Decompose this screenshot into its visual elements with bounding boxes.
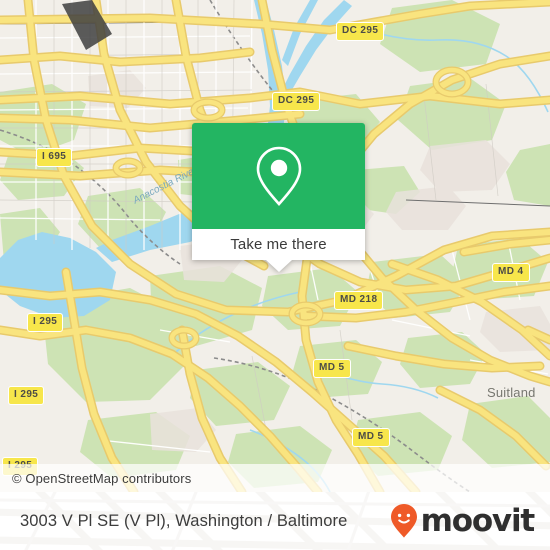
attribution-text: © OpenStreetMap contributors	[12, 470, 192, 486]
popup-icon-area	[192, 123, 365, 229]
place-label-suitland: Suitland	[487, 385, 536, 400]
footer-bar: 3003 V Pl SE (V Pl), Washington / Baltim…	[0, 492, 550, 550]
take-me-there-label: Take me there	[230, 236, 327, 253]
road-shield-md-218[interactable]: MD 218	[334, 291, 384, 310]
road-shield-md-5-lower[interactable]: MD 5	[352, 428, 390, 447]
road-shield-dc-295-west[interactable]: DC 295	[272, 92, 321, 111]
road-shield-dc-295-north[interactable]: DC 295	[336, 22, 385, 41]
road-shield-i-295-upper[interactable]: I 295	[27, 313, 64, 332]
map-pin-icon	[256, 146, 301, 206]
popup-pointer-tail	[265, 260, 292, 272]
road-shield-i-295-middle[interactable]: I 295	[8, 386, 45, 405]
location-title-text: 3003 V Pl SE (V Pl), Washington / Baltim…	[20, 511, 348, 530]
moovit-pin-smiley-icon	[390, 504, 417, 538]
moovit-logo[interactable]: moovit	[390, 492, 536, 550]
moovit-wordmark: moovit	[420, 502, 536, 539]
location-popup-card[interactable]: Take me there	[192, 123, 365, 272]
road-shield-md-4[interactable]: MD 4	[492, 263, 530, 282]
moovit-location-card: Anacostia River Suitland DC 295 DC 295 I…	[0, 0, 550, 550]
take-me-there-button[interactable]: Take me there	[192, 229, 365, 260]
location-title: 3003 V Pl SE (V Pl), Washington / Baltim…	[20, 492, 347, 550]
road-shield-i-695[interactable]: I 695	[36, 148, 73, 167]
map-canvas[interactable]: Anacostia River Suitland DC 295 DC 295 I…	[0, 0, 550, 492]
road-shield-md-5-upper[interactable]: MD 5	[313, 359, 351, 378]
map-attribution[interactable]: © OpenStreetMap contributors	[0, 464, 550, 492]
